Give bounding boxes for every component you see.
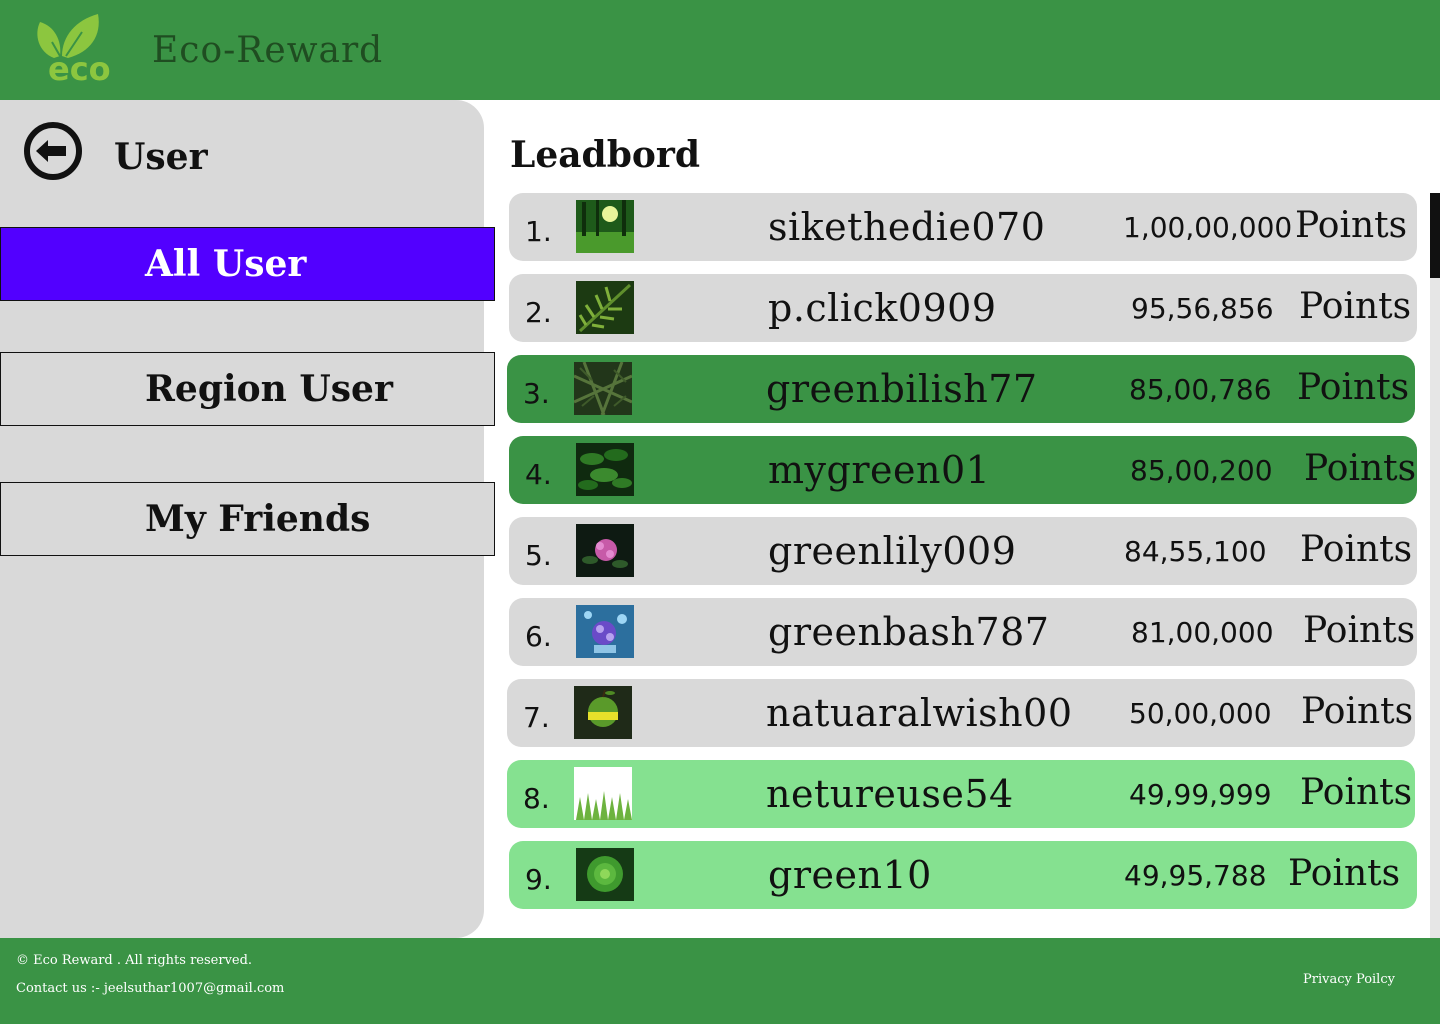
points-label: Points <box>1304 448 1417 489</box>
rank-number: 6. <box>525 620 552 653</box>
username: sikethedie070 <box>768 205 1046 249</box>
avatar-fern <box>576 281 634 334</box>
username: mygreen01 <box>768 448 991 492</box>
leaderboard-row[interactable]: 7. natuaralwish00 50,00,000 Points <box>507 679 1415 747</box>
scrollbar-track[interactable] <box>1430 193 1440 938</box>
leaderboard-row[interactable]: 6. greenbash787 81,00,000 Points <box>509 598 1417 666</box>
avatar-succulent <box>576 848 634 901</box>
username: p.click0909 <box>768 286 997 330</box>
nav-region-user[interactable]: Region User <box>0 352 495 426</box>
username: greenlily009 <box>768 529 1017 573</box>
header-bar: eco Eco-Reward <box>0 0 1440 100</box>
points-label: Points <box>1299 286 1412 327</box>
avatar-leaves <box>576 443 634 496</box>
copyright-text: © Eco Reward . All rights reserved. <box>16 953 253 968</box>
rank-number: 3. <box>523 377 550 410</box>
back-arrow-icon[interactable] <box>22 120 84 182</box>
points-value: 50,00,000 <box>1129 697 1272 730</box>
leaderboard-row[interactable]: 9. green10 49,95,788 Points <box>509 841 1417 909</box>
eco-logo[interactable]: eco <box>32 12 132 86</box>
avatar-green-apple <box>574 686 632 739</box>
points-value: 81,00,000 <box>1131 616 1274 649</box>
nav-all-user-label: All User <box>145 243 307 285</box>
rank-number: 1. <box>525 215 552 248</box>
leaderboard-row[interactable]: 1. sikethedie070 1,00,00,000 Points <box>509 193 1417 261</box>
footer: © Eco Reward . All rights reserved. Cont… <box>0 938 1440 1024</box>
rank-number: 4. <box>525 458 552 491</box>
points-value: 84,55,100 <box>1124 535 1267 568</box>
leaderboard-row[interactable]: 5. greenlily009 84,55,100 Points <box>509 517 1417 585</box>
sidebar-title: User <box>114 136 208 178</box>
nav-my-friends-label: My Friends <box>145 498 371 540</box>
leaderboard-title: Leadbord <box>510 134 701 176</box>
points-value: 49,95,788 <box>1124 859 1267 892</box>
privacy-policy-link[interactable]: Privacy Poilcy <box>1303 972 1395 987</box>
rank-number: 9. <box>525 863 552 896</box>
points-label: Points <box>1295 205 1408 246</box>
points-value: 85,00,200 <box>1130 454 1273 487</box>
rank-number: 7. <box>523 701 550 734</box>
avatar-forest <box>576 200 634 253</box>
contact-text: Contact us :- jeelsuthar1007@gmail.com <box>16 981 285 996</box>
points-label: Points <box>1288 853 1401 894</box>
username: natuaralwish00 <box>766 691 1073 735</box>
points-value: 49,99,999 <box>1129 778 1272 811</box>
rank-number: 8. <box>523 782 550 815</box>
username: greenbash787 <box>768 610 1050 654</box>
points-label: Points <box>1297 367 1410 408</box>
avatar-fern-pattern <box>574 362 632 415</box>
logo-text: eco <box>48 50 111 86</box>
scrollbar-thumb[interactable] <box>1430 193 1440 278</box>
avatar-grass <box>574 767 632 820</box>
leaderboard-row[interactable]: 4. mygreen01 85,00,200 Points <box>509 436 1417 504</box>
nav-region-user-label: Region User <box>145 368 393 410</box>
points-value: 95,56,856 <box>1131 292 1274 325</box>
points-value: 85,00,786 <box>1129 373 1272 406</box>
nav-my-friends[interactable]: My Friends <box>0 482 495 556</box>
avatar-pink-flower <box>576 524 634 577</box>
leaderboard-row[interactable]: 8. netureuse54 49,99,999 Points <box>507 760 1415 828</box>
points-value: 1,00,00,000 <box>1123 211 1293 244</box>
points-label: Points <box>1301 691 1414 732</box>
points-label: Points <box>1303 610 1416 651</box>
rank-number: 2. <box>525 296 552 329</box>
nav-all-user[interactable]: All User <box>0 227 495 301</box>
username: greenbilish77 <box>766 367 1038 411</box>
points-label: Points <box>1300 529 1413 570</box>
username: green10 <box>768 853 932 897</box>
leaderboard-row[interactable]: 2. p.click0909 95,56,856 Points <box>509 274 1417 342</box>
points-label: Points <box>1300 772 1413 813</box>
username: netureuse54 <box>766 772 1014 816</box>
rank-number: 5. <box>525 539 552 572</box>
avatar-blue-flower <box>576 605 634 658</box>
leaderboard-row[interactable]: 3. greenbilish77 85,00,786 Points <box>507 355 1415 423</box>
brand-name: Eco-Reward <box>152 30 384 71</box>
